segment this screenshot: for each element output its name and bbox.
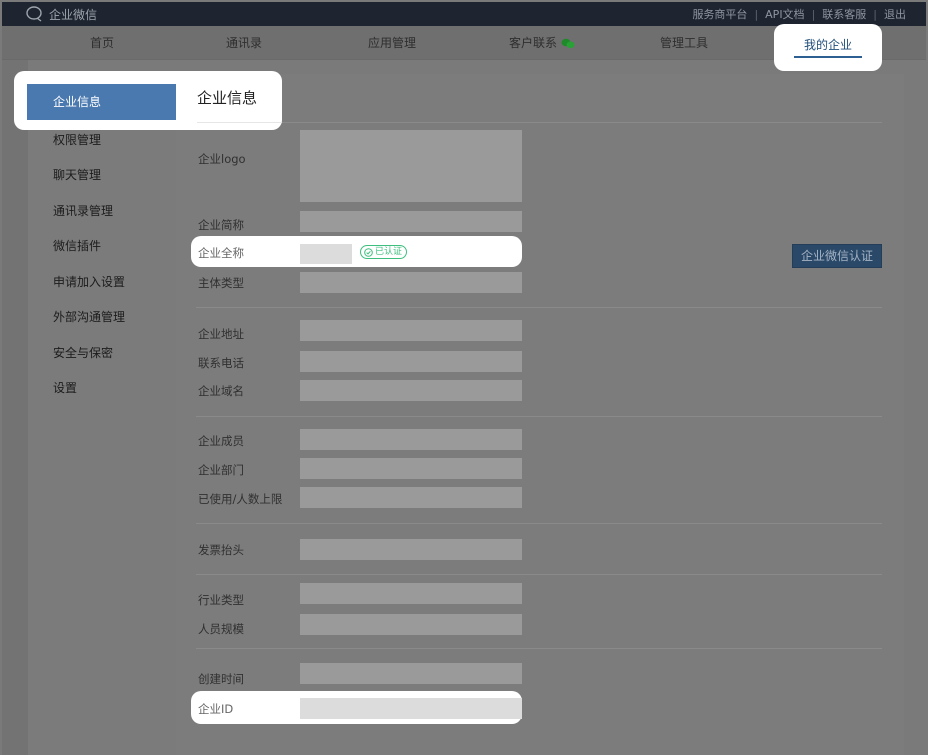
label-full-name: 企业全称 xyxy=(198,246,244,260)
departments-value xyxy=(300,458,522,479)
full-name-row: 企业全称 已认证 xyxy=(191,236,522,267)
sidebar-item-chat-management[interactable]: 聊天管理 xyxy=(53,166,101,183)
divider xyxy=(196,574,882,575)
domain-value xyxy=(300,380,522,401)
label-members: 企业成员 xyxy=(198,434,244,448)
tab-home[interactable]: 首页 xyxy=(42,26,162,60)
sidebar-item-company-info[interactable]: 企业信息 xyxy=(27,84,176,120)
created-time-value xyxy=(300,663,522,684)
title-divider xyxy=(197,122,282,123)
divider xyxy=(196,523,882,524)
tab-my-company[interactable]: 我的企业 xyxy=(774,24,882,71)
wework-logo-icon xyxy=(26,6,42,22)
short-name-value xyxy=(300,211,522,232)
label-invoice-title: 发票抬头 xyxy=(198,543,244,557)
company-logo-image[interactable] xyxy=(300,130,522,202)
sidebar-item-external-communication[interactable]: 外部沟通管理 xyxy=(53,308,125,325)
link-provider-platform[interactable]: 服务商平台 xyxy=(692,6,747,22)
full-name-value xyxy=(300,244,352,264)
company-info-panel: 企业logo 企业简称 主体类型 企业微信认证 企业地址 联系电话 企业域名 企… xyxy=(176,74,904,755)
label-address: 企业地址 xyxy=(198,327,244,341)
tab-customer-contact[interactable]: 客户联系 xyxy=(482,26,602,60)
company-info-header-highlight: 企业信息 企业信息 xyxy=(14,71,282,130)
tab-my-company-label: 我的企业 xyxy=(803,38,852,52)
invoice-title-value xyxy=(300,539,522,560)
phone-value xyxy=(300,351,522,372)
divider xyxy=(196,648,882,649)
link-logout[interactable]: 退出 xyxy=(884,6,906,22)
corp-id-row: 企业ID xyxy=(191,691,522,724)
label-company-logo: 企业logo xyxy=(198,152,246,166)
separator: | xyxy=(811,7,816,21)
tab-app-management[interactable]: 应用管理 xyxy=(332,26,452,60)
tab-management-tools[interactable]: 管理工具 xyxy=(624,26,744,60)
label-usage-limit: 已使用/人数上限 xyxy=(198,492,283,506)
verified-check-icon xyxy=(364,247,373,257)
page-title: 企业信息 xyxy=(197,89,258,107)
sidebar-item-join-settings[interactable]: 申请加入设置 xyxy=(53,273,125,290)
label-domain: 企业域名 xyxy=(198,384,244,398)
label-staff-size: 人员规模 xyxy=(198,622,244,636)
top-links: 服务商平台 | API文档 | 联系客服 | 退出 xyxy=(692,2,906,26)
sidebar-item-permissions[interactable]: 权限管理 xyxy=(53,131,101,148)
usage-limit-value xyxy=(300,487,522,508)
verified-badge: 已认证 xyxy=(360,245,408,259)
label-corp-id: 企业ID xyxy=(198,702,234,716)
app-logo[interactable]: 企业微信 xyxy=(26,2,97,26)
subject-type-value xyxy=(300,272,522,293)
divider xyxy=(196,122,882,123)
sidebar-item-wechat-plugin[interactable]: 微信插件 xyxy=(53,237,101,254)
page-gutter xyxy=(2,60,28,755)
separator: | xyxy=(754,7,759,21)
corp-id-value xyxy=(300,698,522,719)
industry-value xyxy=(300,583,522,604)
sidebar: 权限管理 聊天管理 通讯录管理 微信插件 申请加入设置 外部沟通管理 安全与保密… xyxy=(28,74,176,755)
link-contact-support[interactable]: 联系客服 xyxy=(822,6,866,22)
tab-contacts[interactable]: 通讯录 xyxy=(184,26,304,60)
divider xyxy=(196,416,882,417)
app-name: 企业微信 xyxy=(49,7,98,22)
verified-badge-label: 已认证 xyxy=(375,247,403,257)
sidebar-item-settings[interactable]: 设置 xyxy=(53,379,77,396)
label-departments: 企业部门 xyxy=(198,463,244,477)
members-value xyxy=(300,429,522,450)
label-short-name: 企业简称 xyxy=(198,218,244,232)
wework-verify-button[interactable]: 企业微信认证 xyxy=(792,244,882,268)
tab-customer-contact-label: 客户联系 xyxy=(508,36,557,50)
active-tab-underline xyxy=(794,56,862,58)
top-bar: 企业微信 服务商平台 | API文档 | 联系客服 | 退出 xyxy=(2,2,926,26)
label-industry: 行业类型 xyxy=(198,593,244,607)
sidebar-item-contacts-management[interactable]: 通讯录管理 xyxy=(53,202,113,219)
wechat-icon xyxy=(561,38,575,49)
staff-size-value xyxy=(300,614,522,635)
separator: | xyxy=(873,7,877,21)
address-value xyxy=(300,320,522,341)
label-created-time: 创建时间 xyxy=(198,672,244,686)
label-phone: 联系电话 xyxy=(198,356,244,370)
sidebar-item-security[interactable]: 安全与保密 xyxy=(53,344,113,361)
link-api-docs[interactable]: API文档 xyxy=(765,6,804,22)
divider xyxy=(196,307,882,308)
label-subject-type: 主体类型 xyxy=(198,276,244,290)
